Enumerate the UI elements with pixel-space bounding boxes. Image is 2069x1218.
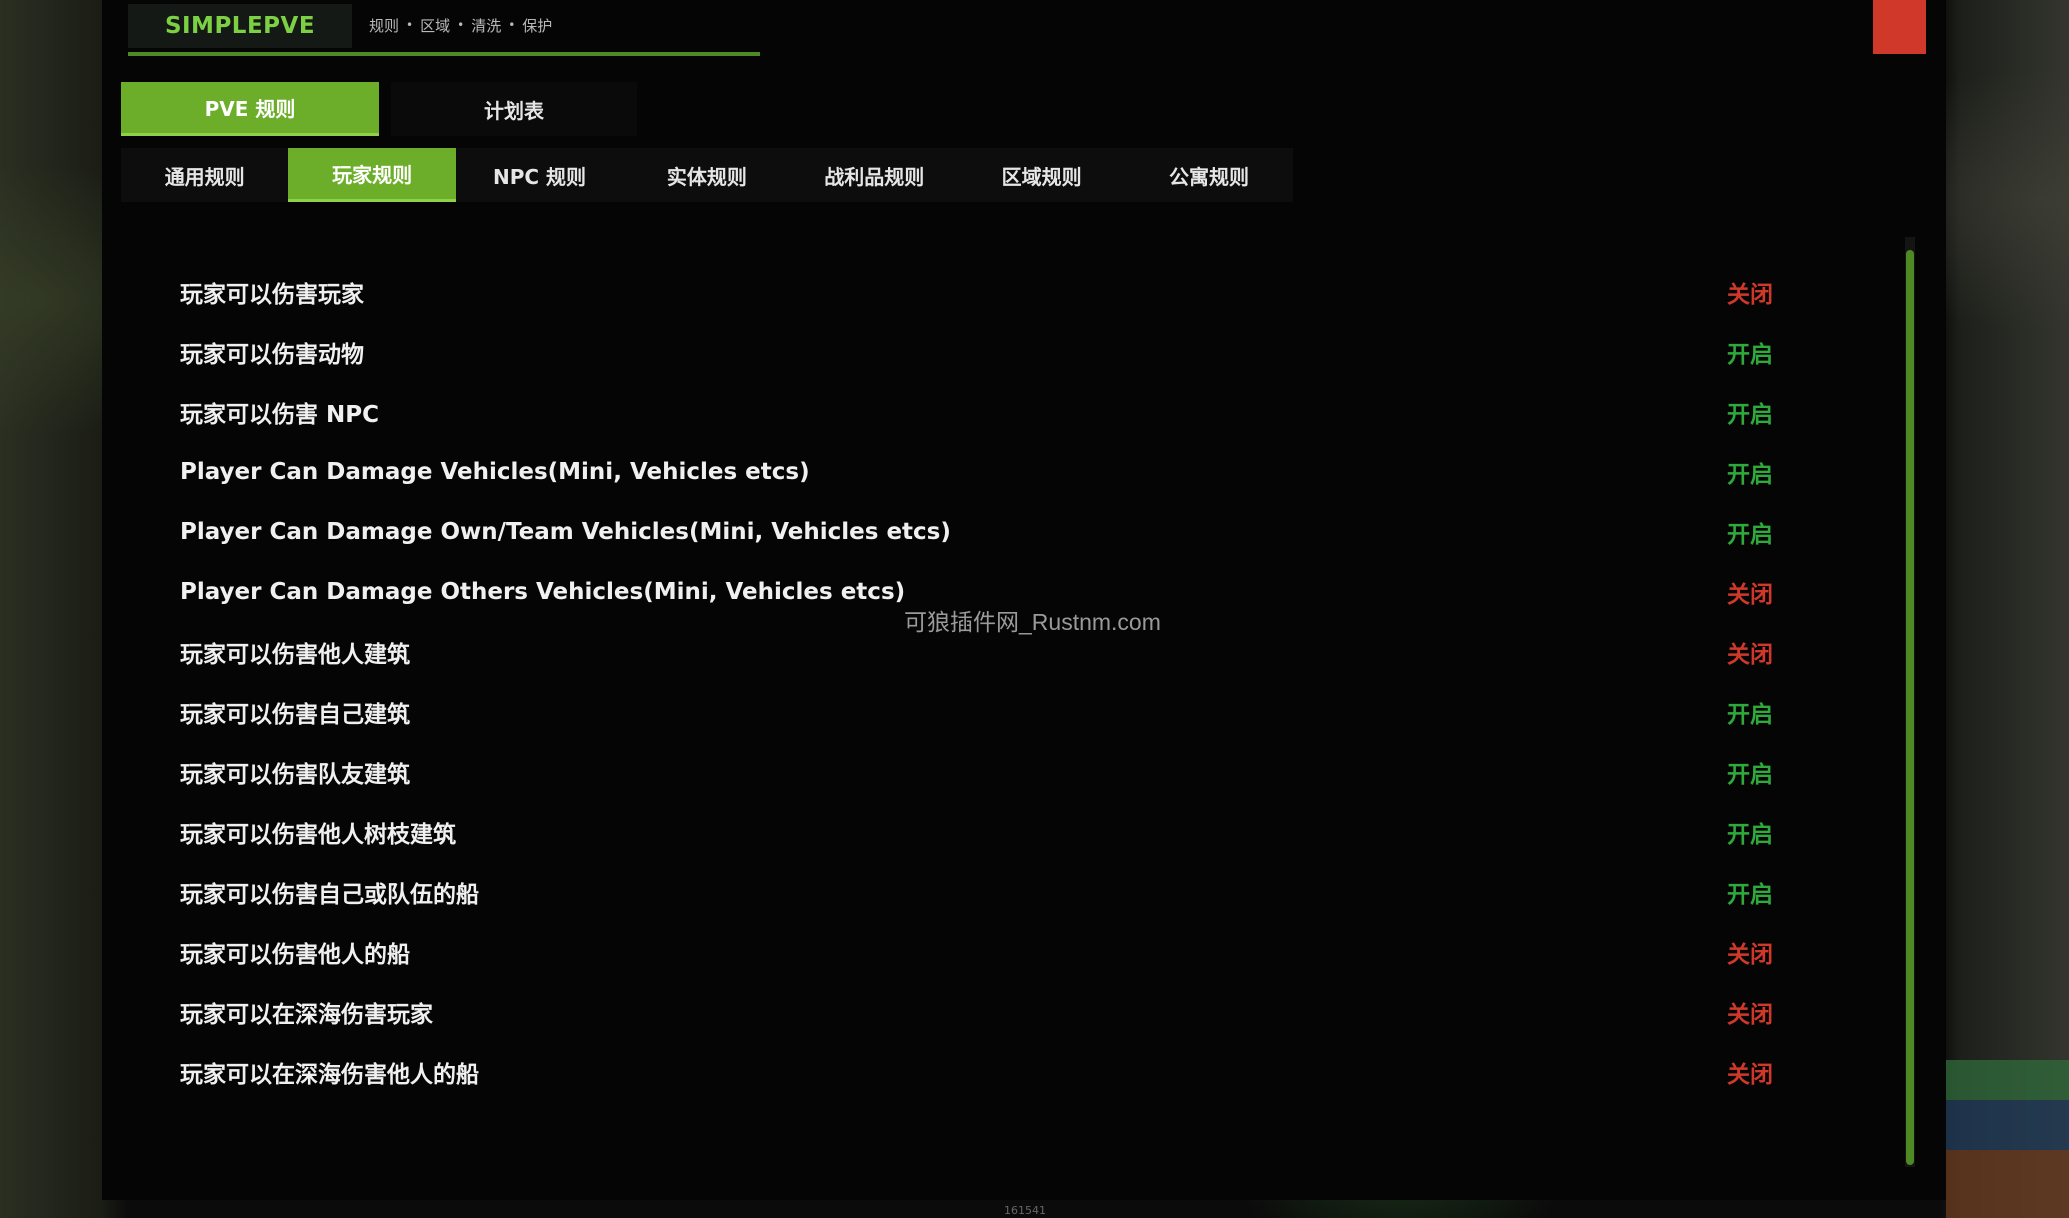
rule-list: 玩家可以伤害玩家 关闭 玩家可以伤害动物 开启 玩家可以伤害 NPC 开启 Pl…: [180, 262, 1780, 1102]
subtab-loot-rules[interactable]: 战利品规则: [791, 148, 958, 202]
breadcrumb-item-rules[interactable]: 规则: [369, 15, 399, 36]
rule-row: 玩家可以伤害自己建筑 开启: [180, 682, 1780, 742]
rule-toggle[interactable]: 开启: [1727, 335, 1773, 369]
rule-label: 玩家可以在深海伤害他人的船: [180, 1062, 479, 1088]
rule-label: Player Can Damage Own/Team Vehicles(Mini…: [180, 519, 951, 545]
rule-toggle[interactable]: 开启: [1727, 875, 1773, 909]
rule-label: 玩家可以伤害他人树枝建筑: [180, 822, 456, 848]
rule-toggle[interactable]: 关闭: [1727, 575, 1773, 609]
subtab-general-rules[interactable]: 通用规则: [121, 148, 288, 202]
scrollbar-thumb[interactable]: [1906, 250, 1914, 1165]
breadcrumb-item-zones[interactable]: 区域: [420, 15, 450, 36]
rule-label: 玩家可以伤害动物: [180, 342, 364, 368]
rule-row: 玩家可以伤害他人树枝建筑 开启: [180, 802, 1780, 862]
breadcrumb-separator: •: [508, 18, 516, 32]
watermark-text: 可狼插件网_Rustnm.com: [904, 609, 1161, 635]
rule-row: 玩家可以伤害 NPC 开启: [180, 382, 1780, 442]
rule-label: 玩家可以伤害他人建筑: [180, 642, 410, 668]
subtab-zone-rules[interactable]: 区域规则: [958, 148, 1125, 202]
rule-toggle[interactable]: 开启: [1727, 515, 1773, 549]
rule-label: 玩家可以伤害自己或队伍的船: [180, 882, 479, 908]
rule-label: Player Can Damage Vehicles(Mini, Vehicle…: [180, 459, 810, 485]
close-button[interactable]: [1873, 0, 1926, 54]
rule-row: Player Can Damage Own/Team Vehicles(Mini…: [180, 502, 1780, 562]
breadcrumb-item-wipe[interactable]: 清洗: [471, 15, 501, 36]
tab-schedule[interactable]: 计划表: [391, 82, 637, 136]
tab-pve-rules[interactable]: PVE 规则: [121, 82, 379, 136]
rule-row: 玩家可以伤害自己或队伍的船 开启: [180, 862, 1780, 922]
subtab-apartment-rules[interactable]: 公寓规则: [1125, 148, 1292, 202]
rule-toggle[interactable]: 关闭: [1727, 995, 1773, 1029]
rule-toggle[interactable]: 开启: [1727, 395, 1773, 429]
rule-row: Player Can Damage Vehicles(Mini, Vehicle…: [180, 442, 1780, 502]
background-scenery: [1946, 1060, 2069, 1218]
rule-label: 玩家可以伤害队友建筑: [180, 762, 410, 788]
rule-row: 玩家可以伤害玩家 关闭: [180, 262, 1780, 322]
subtab-entity-rules[interactable]: 实体规则: [623, 148, 790, 202]
rule-label: 玩家可以伤害他人的船: [180, 942, 410, 968]
rule-label: 玩家可以伤害玩家: [180, 282, 364, 308]
footer-code: 161541: [1004, 1204, 1046, 1217]
rule-toggle[interactable]: 开启: [1727, 755, 1773, 789]
rule-toggle[interactable]: 关闭: [1727, 1055, 1773, 1089]
rule-row: 玩家可以伤害他人的船 关闭: [180, 922, 1780, 982]
subtab-player-rules[interactable]: 玩家规则: [288, 148, 456, 202]
rule-label: 玩家可以在深海伤害玩家: [180, 1002, 433, 1028]
rule-row: 玩家可以在深海伤害玩家 关闭: [180, 982, 1780, 1042]
rule-row: 玩家可以伤害队友建筑 开启: [180, 742, 1780, 802]
rule-row: 玩家可以在深海伤害他人的船 关闭: [180, 1042, 1780, 1102]
rule-label: 玩家可以伤害自己建筑: [180, 702, 410, 728]
rule-label: 玩家可以伤害 NPC: [180, 402, 379, 428]
rule-toggle[interactable]: 关闭: [1727, 635, 1773, 669]
subtab-npc-rules[interactable]: NPC 规则: [456, 148, 623, 202]
header-underline: [128, 52, 760, 56]
rule-toggle[interactable]: 开启: [1727, 455, 1773, 489]
breadcrumb: 规则 • 区域 • 清洗 • 保护: [369, 13, 552, 37]
breadcrumb-item-protection[interactable]: 保护: [522, 15, 552, 36]
rule-toggle[interactable]: 开启: [1727, 815, 1773, 849]
breadcrumb-separator: •: [406, 18, 414, 32]
app-logo-text: SIMPLEPVE: [164, 13, 316, 39]
rule-row: 玩家可以伤害动物 开启: [180, 322, 1780, 382]
rule-category-tabs: 通用规则 玩家规则 NPC 规则 实体规则 战利品规则 区域规则 公寓规则: [121, 148, 1293, 202]
rule-toggle[interactable]: 关闭: [1727, 275, 1773, 309]
rule-toggle[interactable]: 开启: [1727, 695, 1773, 729]
rule-toggle[interactable]: 关闭: [1727, 935, 1773, 969]
breadcrumb-separator: •: [457, 18, 465, 32]
app-logo: SIMPLEPVE: [128, 4, 352, 48]
rule-label: Player Can Damage Others Vehicles(Mini, …: [180, 579, 906, 605]
